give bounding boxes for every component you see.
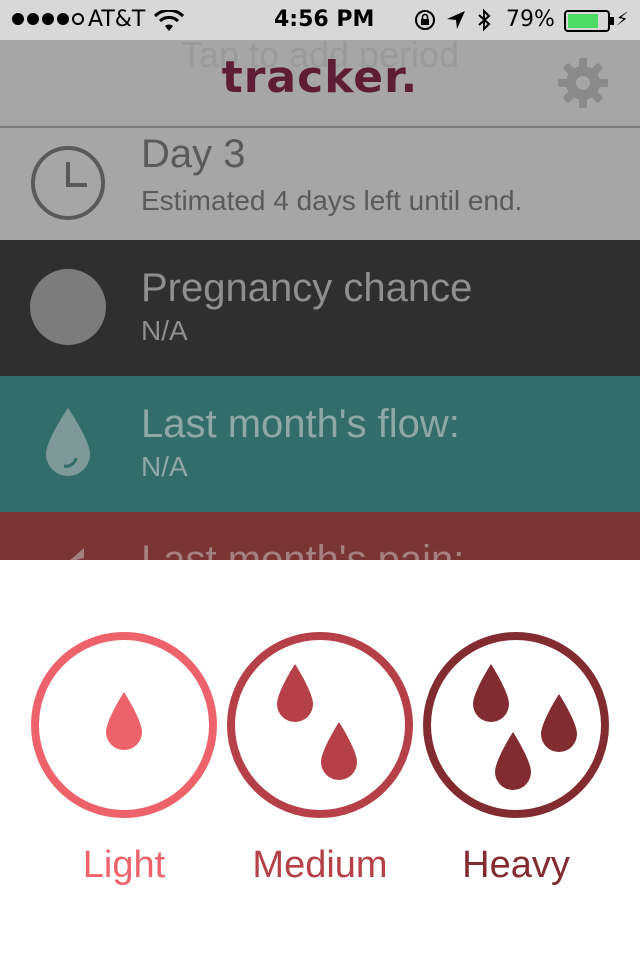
pain-title: Last month's pain: [141,538,465,560]
medium-label: Medium [252,844,388,886]
flow-picker-sheet: Light Medium Heavy [0,560,640,960]
current-day-row[interactable]: Day 3 Estimated 4 days left until end. [0,128,640,240]
location-arrow-icon [447,11,465,29]
charging-bolt-icon: ⚡ [616,9,629,30]
battery-level [568,14,598,28]
app-header: Tap to add period tracker. [0,34,640,128]
pregnancy-value: N/A [141,315,188,346]
pregnancy-title: Pregnancy chance [141,266,473,310]
signal-strength-icon [12,13,84,25]
bluetooth-icon [478,8,491,32]
clock-icon [31,146,105,220]
orientation-lock-icon [415,10,435,30]
battery-percent: 79% [506,7,555,32]
last-month-flow-row[interactable]: Last month's flow: N/A [0,376,640,512]
light-drops-icon [31,632,217,818]
flow-title: Last month's flow: [141,402,460,446]
battery-icon [564,10,614,32]
flow-value: N/A [141,451,188,482]
wifi-icon [154,10,184,31]
heavy-drops-icon [423,632,609,818]
status-time: 4:56 PM [274,7,375,32]
medium-flow-button[interactable]: Medium [225,630,415,886]
circle-icon [30,269,106,345]
light-label: Light [82,844,166,886]
medium-drops-icon [227,632,413,818]
day-title: Day 3 [141,132,246,176]
app-logo: tracker. [221,52,419,103]
drop-icon [46,408,90,476]
pregnancy-chance-row[interactable]: Pregnancy chance N/A [0,240,640,376]
heavy-flow-button[interactable]: Heavy [421,630,611,886]
heavy-label: Heavy [462,844,570,886]
pain-icon [70,548,84,560]
carrier-name: AT&T [88,7,146,32]
last-month-pain-row[interactable]: Last month's pain: [0,512,640,560]
gear-icon[interactable] [556,56,610,110]
light-flow-button[interactable]: Light [29,630,219,886]
day-subtitle: Estimated 4 days left until end. [141,185,523,216]
